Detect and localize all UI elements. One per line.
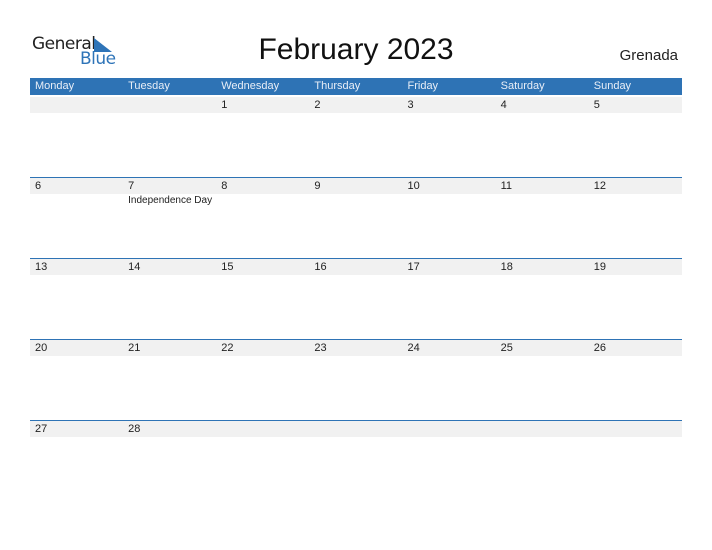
day-cell: 2 [309,97,402,177]
day-cell: 4 [496,97,589,177]
day-cells: 6 7 Independence Day 8 9 10 11 12 [30,178,682,258]
day-cell [309,421,402,501]
day-cell: 28 [123,421,216,501]
day-cell: 13 [30,259,123,339]
day-cell: 19 [589,259,682,339]
day-cell: 16 [309,259,402,339]
week-row: 27 28 [30,420,682,501]
weekday-wednesday: Wednesday [221,80,280,92]
day-cell: 3 [403,97,496,177]
weekday-thursday: Thursday [314,80,361,92]
day-cell: 10 [403,178,496,258]
day-number: 24 [407,342,420,354]
day-number: 21 [128,342,141,354]
day-cell: 14 [123,259,216,339]
day-number [408,421,496,437]
day-cell: 8 [216,178,309,258]
day-number [35,97,123,113]
day-cell: 1 [216,97,309,177]
holiday-label: Independence Day [128,195,213,206]
day-number: 23 [314,342,327,354]
day-number: 8 [221,180,228,192]
day-cell [496,421,589,501]
day-cell: 11 [496,178,589,258]
day-cell: 24 [403,340,496,420]
day-number: 28 [128,423,141,435]
day-cells: 20 21 22 23 24 25 26 [30,340,682,420]
day-cell: 20 [30,340,123,420]
day-number: 5 [593,99,600,111]
day-number: 26 [593,342,606,354]
day-number: 10 [407,180,420,192]
day-cell: 27 [30,421,123,501]
day-cell [30,97,123,177]
week-row: 6 7 Independence Day 8 9 10 11 12 [30,177,682,258]
weekday-saturday: Saturday [500,80,545,92]
day-number: 22 [221,342,234,354]
day-number [221,421,309,437]
day-cell: 26 [589,340,682,420]
day-number [314,421,402,437]
day-number: 1 [221,99,228,111]
day-cell: 5 [589,97,682,177]
day-cell: 15 [216,259,309,339]
day-number: 15 [221,261,234,273]
week-row: 13 14 15 16 17 18 19 [30,258,682,339]
day-number: 11 [500,180,513,192]
day-number: 20 [35,342,48,354]
day-number: 14 [128,261,141,273]
country-label: Grenada [619,47,678,64]
day-number: 16 [314,261,327,273]
day-cell: 21 [123,340,216,420]
weekday-sunday: Sunday [593,80,632,92]
day-cell: 9 [309,178,402,258]
day-number: 13 [35,261,48,273]
day-number [501,421,589,437]
day-number [594,421,682,437]
weekday-header: Monday Tuesday Wednesday Thursday Friday… [30,78,682,95]
week-row: 20 21 22 23 24 25 26 [30,339,682,420]
weekday-monday: Monday [35,80,75,92]
day-cells: 1 2 3 4 5 [30,97,682,177]
day-cells: 27 28 [30,421,682,501]
day-cell: 7 Independence Day [123,178,216,258]
day-cell [403,421,496,501]
day-number: 17 [407,261,420,273]
weekday-friday: Friday [407,80,439,92]
day-number: 9 [314,180,321,192]
day-cell [123,97,216,177]
day-number: 27 [35,423,48,435]
day-cell [589,421,682,501]
day-number: 3 [407,99,414,111]
weekday-tuesday: Tuesday [128,80,170,92]
day-cell: 6 [30,178,123,258]
day-cell: 23 [309,340,402,420]
day-number: 12 [593,180,606,192]
day-number: 6 [35,180,42,192]
day-number: 19 [593,261,606,273]
day-number: 25 [500,342,513,354]
day-cell [216,421,309,501]
day-number: 4 [500,99,507,111]
week-row: 1 2 3 4 5 [30,96,682,177]
day-cell: 17 [403,259,496,339]
page-title: February 2023 [258,33,454,66]
day-number: 7 [128,180,135,192]
day-cell: 12 [589,178,682,258]
day-cell: 18 [496,259,589,339]
day-number: 18 [500,261,513,273]
day-cells: 13 14 15 16 17 18 19 [30,259,682,339]
day-number: 2 [314,99,321,111]
day-number [128,97,216,113]
day-cell: 25 [496,340,589,420]
day-cell: 22 [216,340,309,420]
